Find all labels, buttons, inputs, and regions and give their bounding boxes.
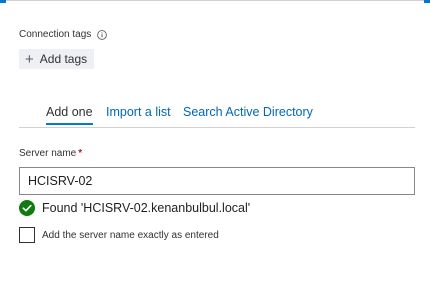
found-server-text: Found 'HCISRV-02.kenanbulbul.local' bbox=[42, 201, 251, 215]
add-tags-label: Add tags bbox=[39, 52, 88, 66]
plus-icon: + bbox=[25, 50, 34, 68]
top-accent-right bbox=[424, 0, 430, 3]
check-circle-icon bbox=[19, 200, 35, 216]
exact-match-option[interactable]: Add the server name exactly as entered bbox=[19, 227, 219, 243]
exact-match-label: Add the server name exactly as entered bbox=[42, 229, 219, 241]
info-icon[interactable] bbox=[97, 29, 108, 40]
top-divider bbox=[0, 0, 430, 1]
add-server-tabs: Add one Import a list Search Active Dire… bbox=[19, 101, 415, 128]
add-tags-button[interactable]: + Add tags bbox=[19, 49, 95, 69]
server-name-input[interactable] bbox=[19, 167, 415, 195]
tab-import-list[interactable]: Import a list bbox=[106, 105, 171, 119]
active-tab-indicator bbox=[46, 123, 93, 125]
connection-tags-label: Connection tags bbox=[19, 29, 92, 40]
exact-match-checkbox[interactable] bbox=[19, 227, 35, 243]
server-name-label-text: Server name bbox=[19, 148, 77, 159]
server-name-label: Server name * bbox=[19, 148, 82, 159]
top-accent-left bbox=[0, 0, 6, 3]
tab-add-one[interactable]: Add one bbox=[46, 105, 93, 119]
required-marker: * bbox=[78, 148, 83, 159]
tab-search-active-directory[interactable]: Search Active Directory bbox=[183, 105, 313, 119]
connection-tags-header: Connection tags bbox=[19, 29, 108, 40]
validation-status: Found 'HCISRV-02.kenanbulbul.local' bbox=[19, 200, 250, 216]
